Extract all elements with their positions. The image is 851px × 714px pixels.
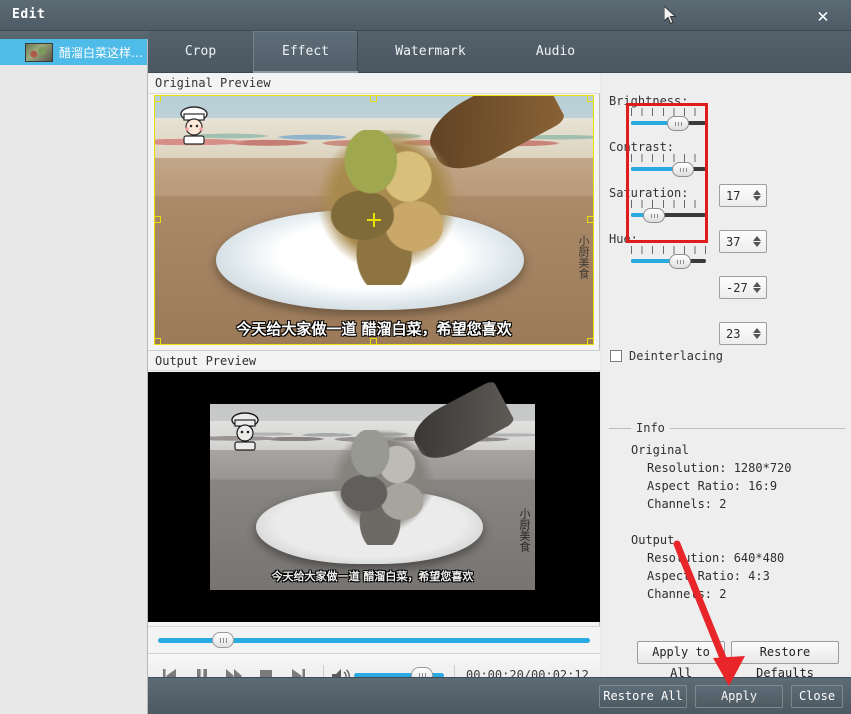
hue-slider[interactable] (631, 246, 706, 272)
edit-window: Edit ✕ 醋溜白菜这样… Crop Effect Watermark Aud… (0, 0, 851, 714)
output-preview-video[interactable]: 小厨美食 今天给大家做一道 醋溜白菜，希望您喜欢 (148, 372, 600, 622)
seek-slider-thumb[interactable] (212, 632, 234, 648)
seek-bar-row (148, 626, 600, 653)
info-group: Info Original Resolution: 1280*720 Aspec… (609, 421, 845, 628)
contrast-label: Contrast: (609, 140, 675, 154)
tab-watermark[interactable]: Watermark (358, 31, 503, 73)
output-video-letterbox: 小厨美食 今天给大家做一道 醋溜白菜，希望您喜欢 (210, 372, 535, 622)
spinner-up-icon[interactable] (753, 190, 761, 195)
window-title: Edit (12, 7, 46, 22)
output-preview-label: Output Preview (148, 350, 600, 371)
saturation-slider-thumb[interactable] (643, 208, 665, 223)
tab-audio[interactable]: Audio (503, 31, 608, 73)
sidebar-item-video[interactable]: 醋溜白菜这样… (0, 39, 147, 65)
hue-spinner[interactable]: 23 (719, 322, 767, 345)
spinner-down-icon[interactable] (753, 288, 761, 293)
info-title: Info (631, 421, 670, 435)
output-video-subtitle: 今天给大家做一道 醋溜白菜，希望您喜欢 (271, 570, 474, 583)
info-output-heading: Output (631, 533, 675, 547)
brightness-slider-thumb[interactable] (667, 116, 689, 131)
saturation-spinner[interactable]: -27 (719, 276, 767, 299)
deinterlacing-checkbox-row[interactable]: Deinterlacing (610, 349, 723, 363)
contrast-slider[interactable] (631, 154, 706, 180)
info-original-aspect: Aspect Ratio: 16:9 (647, 479, 778, 493)
brightness-spinner[interactable]: 17 (719, 184, 767, 207)
sidebar-header-strip (0, 31, 148, 39)
spinner-up-icon[interactable] (753, 328, 761, 333)
footer-bar: Restore All Apply Close (148, 677, 851, 714)
panel-button-row: Apply to All Restore Defaults (601, 641, 851, 680)
video-subtitle: 今天给大家做一道 醋溜白菜，希望您喜欢 (236, 320, 512, 338)
spinner-up-icon[interactable] (753, 236, 761, 241)
video-food (303, 130, 471, 285)
saturation-slider-ticks (631, 200, 706, 208)
tab-crop[interactable]: Crop (148, 31, 253, 73)
contrast-spinner[interactable]: 37 (719, 230, 767, 253)
hue-slider-thumb[interactable] (669, 254, 691, 269)
tab-strip: Crop Effect Watermark Audio (148, 31, 851, 73)
info-output-aspect: Aspect Ratio: 4:3 (647, 569, 770, 583)
original-preview-label: Original Preview (148, 73, 600, 94)
info-output-channels: Channels: 2 (647, 587, 727, 601)
brightness-slider-ticks (631, 108, 706, 116)
brightness-value: 17 (726, 189, 741, 203)
contrast-slider-thumb[interactable] (672, 162, 694, 177)
apply-to-all-button[interactable]: Apply to All (637, 641, 725, 680)
deinterlacing-checkbox[interactable] (610, 350, 622, 362)
chef-logo-icon-output (231, 412, 259, 452)
original-preview-video[interactable]: 小厨美食 今天给大家做一道 醋溜白菜，希望您喜欢 (154, 95, 594, 345)
brightness-label: Brightness: (609, 94, 689, 108)
restore-defaults-button[interactable]: Restore Defaults (731, 641, 839, 680)
info-original-heading: Original (631, 443, 689, 457)
brightness-slider[interactable] (631, 108, 706, 134)
video-thumbnail (25, 42, 53, 62)
hue-label: Hue: (609, 232, 638, 246)
spinner-down-icon[interactable] (753, 196, 761, 201)
original-video-frame: 小厨美食 今天给大家做一道 醋溜白菜，希望您喜欢 (154, 95, 594, 345)
deinterlacing-label: Deinterlacing (629, 349, 723, 363)
saturation-slider[interactable] (631, 200, 706, 226)
info-output-resolution: Resolution: 640*480 (647, 551, 785, 565)
saturation-value: -27 (726, 281, 748, 295)
chef-logo-icon (179, 106, 208, 145)
video-vertical-watermark: 小厨美食 (577, 235, 590, 279)
spinner-down-icon[interactable] (753, 242, 761, 247)
spinner-up-icon[interactable] (753, 282, 761, 287)
title-bar: Edit ✕ (0, 0, 851, 31)
sidebar-item-label: 醋溜白菜这样… (59, 45, 144, 60)
file-list-sidebar: 醋溜白菜这样… (0, 31, 148, 714)
close-button[interactable]: Close (791, 685, 843, 708)
restore-all-button[interactable]: Restore All (599, 685, 687, 708)
hue-slider-ticks (631, 246, 706, 254)
contrast-value: 37 (726, 235, 741, 249)
tab-effect[interactable]: Effect (253, 31, 358, 73)
info-original-channels: Channels: 2 (647, 497, 727, 511)
info-original-resolution: Resolution: 1280*720 (647, 461, 792, 475)
spinner-down-icon[interactable] (753, 334, 761, 339)
contrast-slider-ticks (631, 154, 706, 162)
output-video-frame: 小厨美食 今天给大家做一道 醋溜白菜，希望您喜欢 (210, 380, 535, 590)
apply-button[interactable]: Apply (695, 685, 783, 708)
saturation-label: Saturation: (609, 186, 689, 200)
close-icon[interactable]: ✕ (805, 3, 841, 29)
hue-value: 23 (726, 327, 741, 341)
preview-column: Original Preview 小厨美食 今天给大家做一道 醋溜白菜，希望您喜… (148, 73, 600, 697)
effect-settings-panel: Brightness: 17 Contrast: 37 Saturation: (601, 73, 851, 680)
sidebar-empty-area (0, 65, 147, 714)
output-vertical-watermark: 小厨美食 (518, 508, 531, 553)
